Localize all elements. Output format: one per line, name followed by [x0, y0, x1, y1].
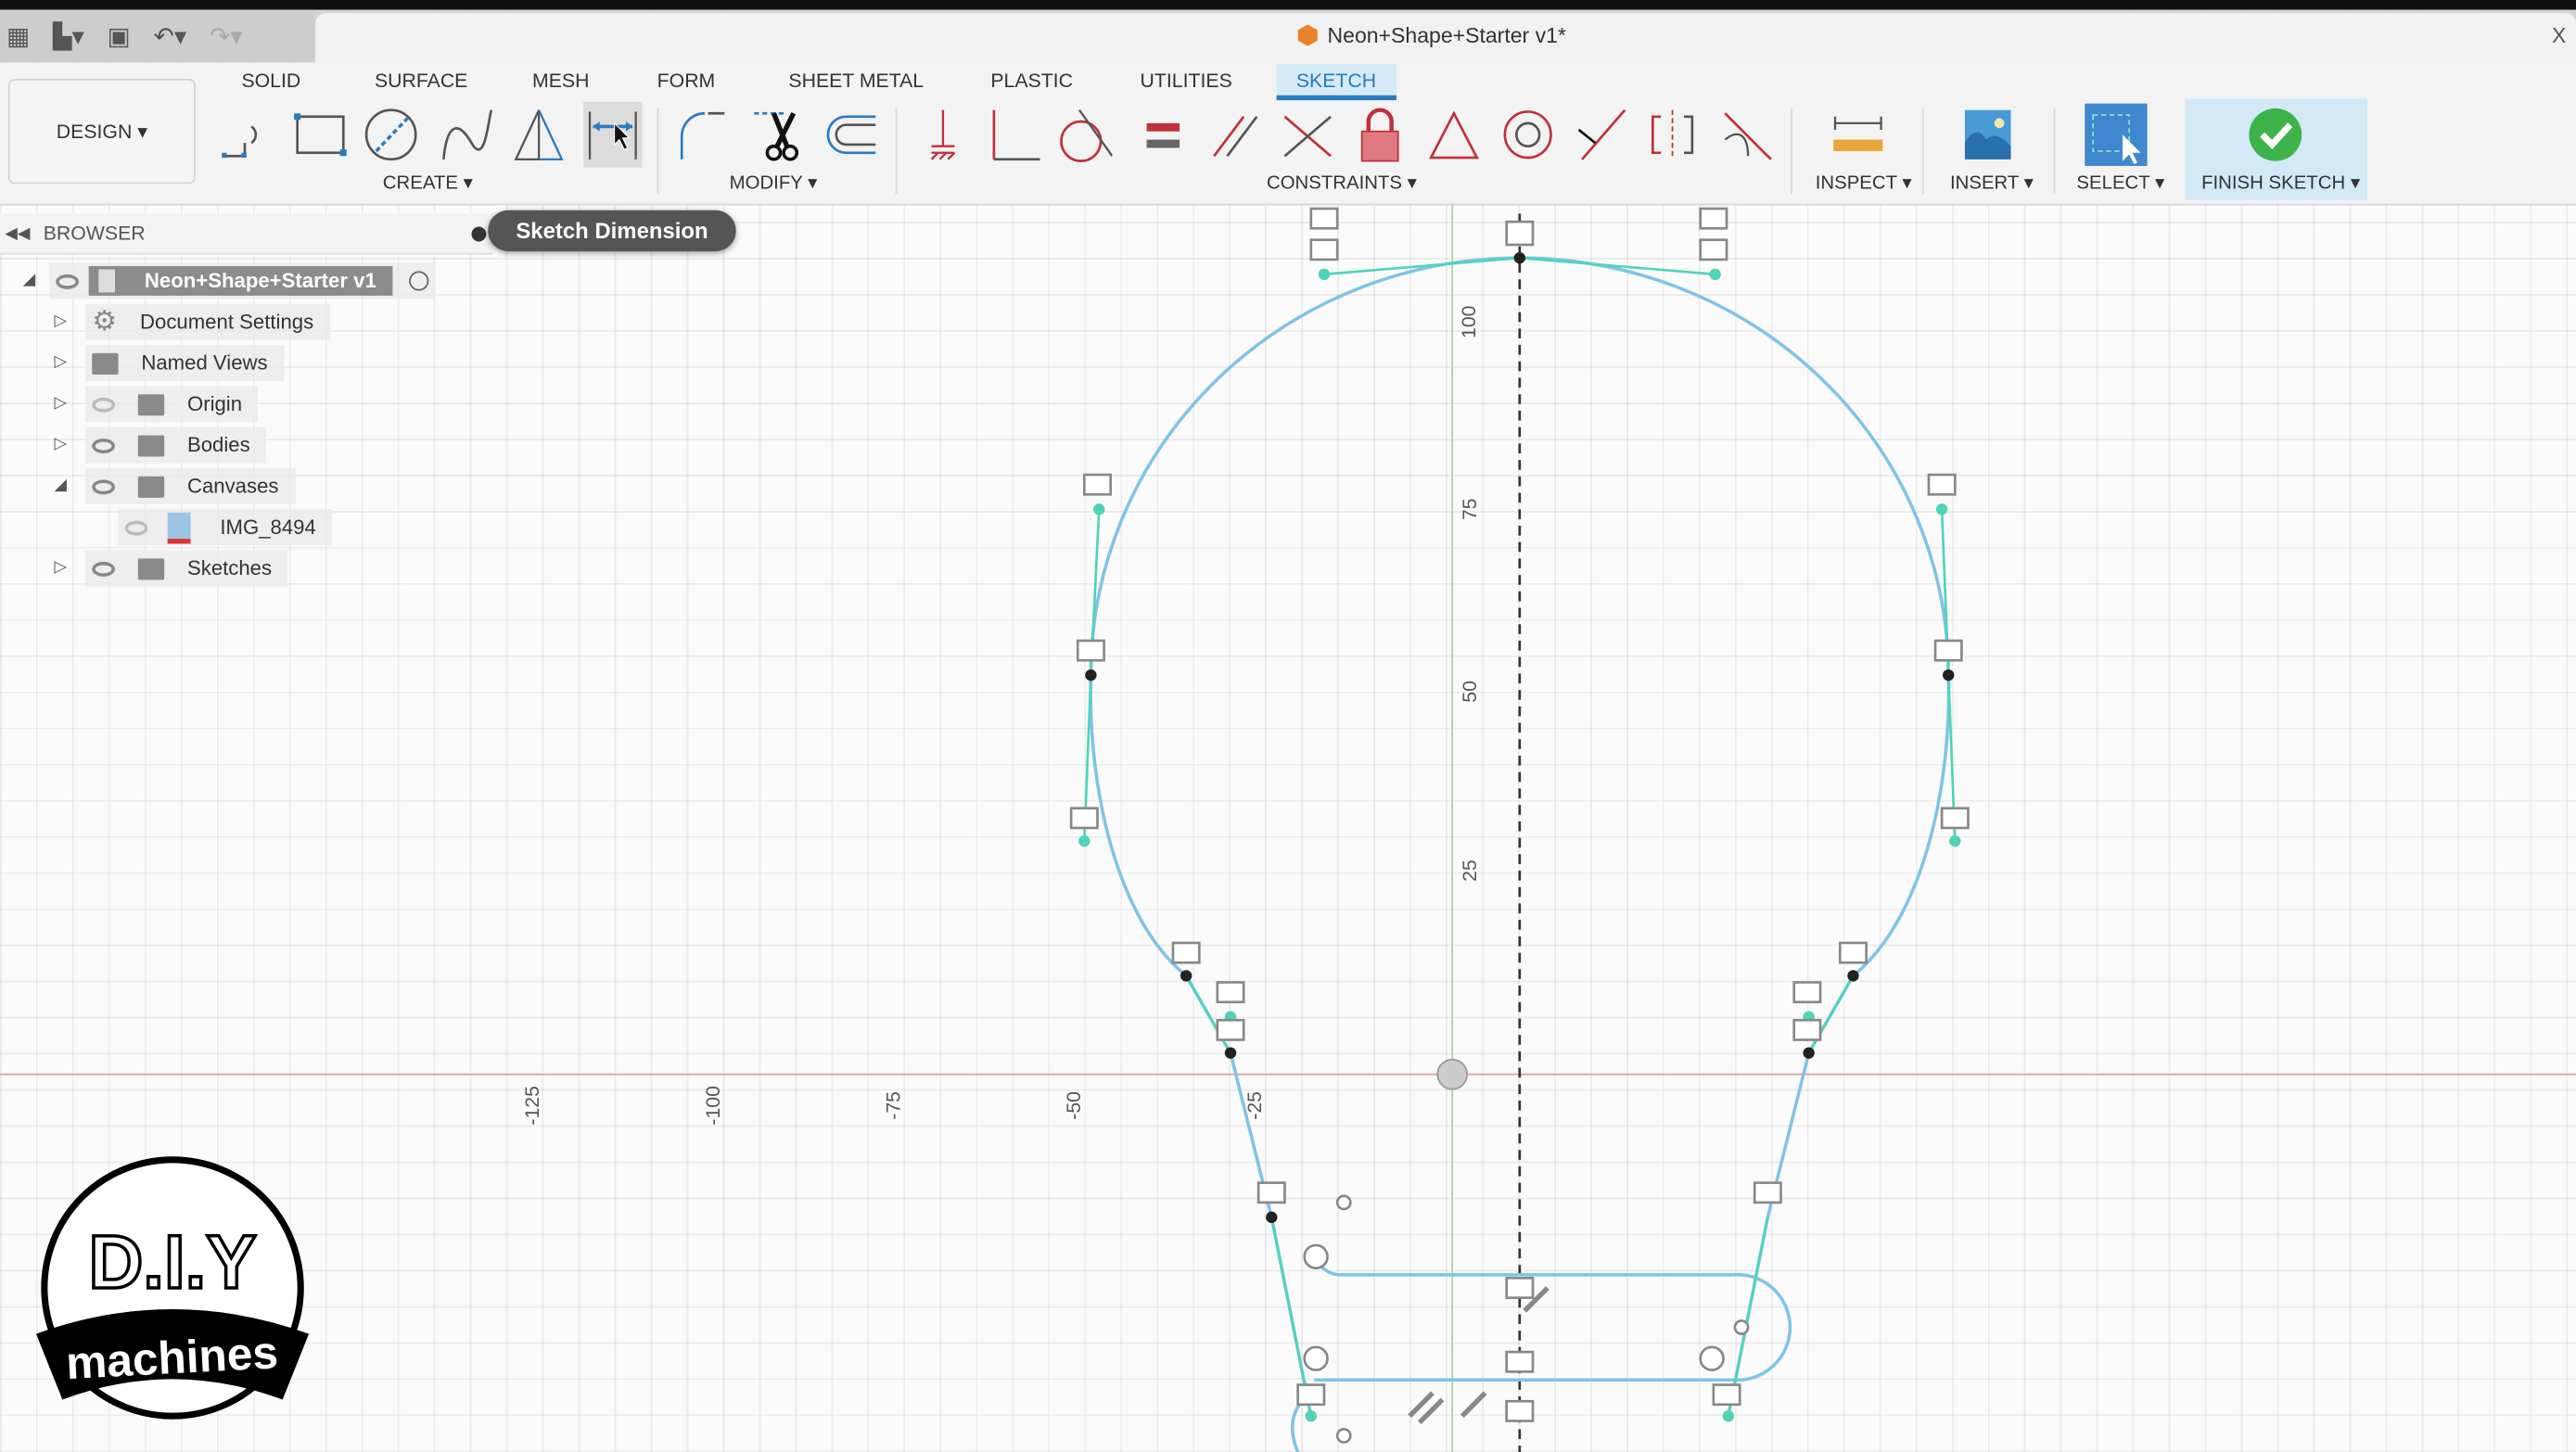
- tooltip: Sketch Dimension: [488, 210, 736, 252]
- axis-label: -100: [701, 1086, 725, 1126]
- folder-icon: [137, 393, 165, 415]
- node-label: Origin: [186, 392, 243, 416]
- axis-label: 100: [1457, 305, 1481, 338]
- browser-node-document-settings[interactable]: ⚙ Document Settings: [85, 303, 330, 340]
- folder-icon: [92, 352, 119, 375]
- bulb-right-curve[interactable]: [1727, 675, 1951, 1417]
- node-label: Sketches: [186, 556, 273, 580]
- axis-label: -50: [1062, 1090, 1086, 1120]
- browser-node-img-8494[interactable]: IMG_8494: [118, 509, 333, 546]
- eye-icon[interactable]: [92, 438, 116, 453]
- browser-node-origin[interactable]: Origin: [85, 386, 259, 423]
- node-label: Canvases: [186, 475, 279, 498]
- browser-node-named-views[interactable]: Named Views: [85, 345, 285, 382]
- node-label: IMG_8494: [220, 516, 316, 540]
- expand-triangle-icon[interactable]: ▷: [54, 394, 67, 412]
- gear-icon: ⚙: [92, 305, 118, 338]
- eye-icon[interactable]: [56, 273, 80, 288]
- root-label: Neon+Shape+Starter v1: [144, 269, 376, 293]
- node-label: Bodies: [186, 433, 250, 457]
- diy-machines-logo: D.I.Y machines: [35, 1156, 310, 1420]
- collapse-triangle-icon[interactable]: ◢: [54, 477, 67, 494]
- collapse-browser-icon[interactable]: ◀◀: [5, 224, 30, 242]
- expand-triangle-icon[interactable]: ▷: [54, 436, 67, 453]
- canvas-image-icon: [167, 511, 191, 543]
- node-label: Named Views: [141, 351, 268, 375]
- axis-label: -75: [881, 1090, 905, 1120]
- expand-triangle-icon[interactable]: ◢: [23, 271, 36, 288]
- folder-icon: [137, 475, 165, 497]
- folder-icon: [137, 557, 165, 580]
- fusion-window: ▦ ▙▾ ▣ ↶▾ ↷▾ Neon+Shape+Starter v1* X DE…: [0, 0, 2576, 1452]
- bulb-left-curve[interactable]: [1089, 675, 1313, 1417]
- expand-triangle-icon[interactable]: ▷: [54, 353, 67, 371]
- axis-label: 25: [1458, 860, 1482, 882]
- pin-icon[interactable]: [471, 225, 487, 241]
- browser-node-sketches[interactable]: Sketches: [85, 550, 288, 587]
- browser-title: BROWSER: [43, 222, 146, 245]
- axis-label: -125: [520, 1086, 544, 1126]
- browser-node-bodies[interactable]: Bodies: [85, 427, 267, 464]
- svg-text:D.I.Y: D.I.Y: [88, 1220, 256, 1305]
- svg-text:machines: machines: [65, 1326, 279, 1389]
- expand-triangle-icon[interactable]: ▷: [54, 558, 67, 576]
- browser-header[interactable]: ◀◀ BROWSER: [0, 213, 493, 255]
- eye-hidden-icon[interactable]: [92, 396, 116, 412]
- activate-radio-icon[interactable]: [409, 271, 429, 291]
- folder-icon: [137, 434, 165, 456]
- eye-hidden-icon[interactable]: [124, 519, 148, 535]
- axis-label: -25: [1243, 1090, 1267, 1120]
- axis-label: 75: [1458, 498, 1482, 521]
- component-icon: [98, 269, 116, 293]
- eye-icon[interactable]: [92, 478, 116, 494]
- axis-label: 50: [1458, 681, 1482, 703]
- origin-point[interactable]: [1436, 1058, 1469, 1090]
- eye-icon[interactable]: [92, 561, 116, 576]
- node-label: Document Settings: [140, 310, 314, 334]
- browser-root-node[interactable]: Neon+Shape+Starter v1: [49, 262, 436, 299]
- browser-node-canvases[interactable]: Canvases: [85, 467, 296, 504]
- expand-triangle-icon[interactable]: ▷: [54, 312, 67, 330]
